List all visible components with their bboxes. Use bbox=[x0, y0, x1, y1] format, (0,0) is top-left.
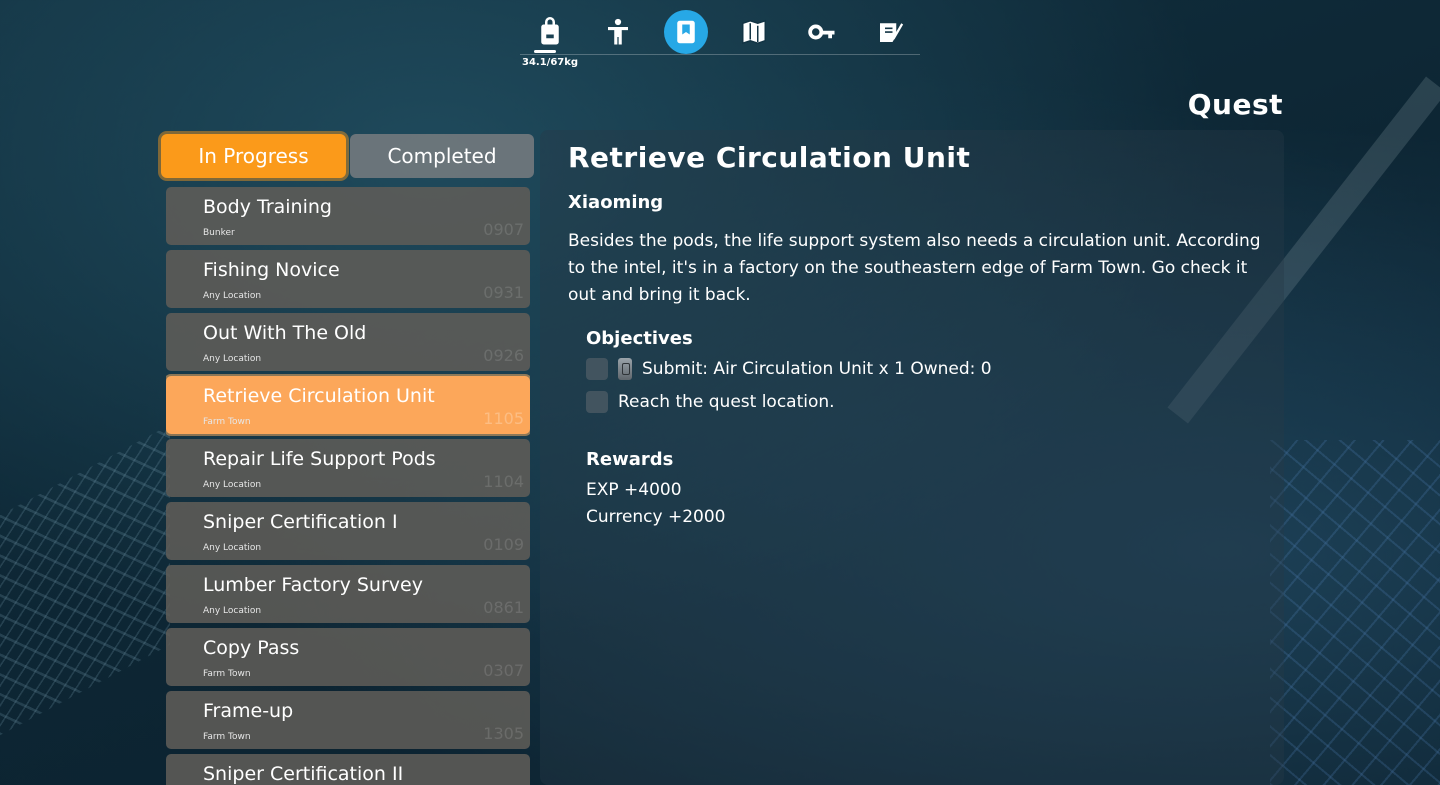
quest-item[interactable]: Fishing Novice Any Location 0931 bbox=[166, 250, 530, 308]
rewards-heading: Rewards bbox=[586, 449, 674, 470]
objective-checkbox bbox=[586, 358, 608, 380]
quest-name: Fishing Novice bbox=[203, 259, 340, 281]
quest-name: Retrieve Circulation Unit bbox=[203, 385, 435, 407]
quest-id: 0861 bbox=[483, 598, 524, 617]
quest-item[interactable]: Frame-up Farm Town 1305 bbox=[166, 691, 530, 749]
background-fence bbox=[0, 424, 170, 736]
tab-in-progress[interactable]: In Progress bbox=[161, 134, 346, 178]
inventory-tab[interactable] bbox=[528, 10, 572, 54]
reward-currency: Currency +2000 bbox=[586, 507, 726, 527]
objective-checkbox bbox=[586, 391, 608, 413]
objective-text: Reach the quest location. bbox=[618, 392, 835, 412]
quest-bookmark-icon bbox=[677, 20, 695, 44]
quest-name: Out With The Old bbox=[203, 322, 367, 344]
quest-item[interactable]: Body Training Bunker 0907 bbox=[166, 187, 530, 245]
quest-item[interactable]: Lumber Factory Survey Any Location 0861 bbox=[166, 565, 530, 623]
quest-id: 1305 bbox=[483, 724, 524, 743]
quest-item[interactable]: Repair Life Support Pods Any Location 11… bbox=[166, 439, 530, 497]
quest-id: 0109 bbox=[483, 535, 524, 554]
objective-row: Submit: Air Circulation Unit x 1 Owned: … bbox=[586, 358, 992, 380]
tab-completed[interactable]: Completed bbox=[350, 134, 534, 178]
quest-id: 1105 bbox=[483, 409, 524, 428]
objectives-heading: Objectives bbox=[586, 328, 693, 349]
quest-name: Repair Life Support Pods bbox=[203, 448, 436, 470]
circulation-unit-icon bbox=[618, 358, 632, 380]
quest-item[interactable]: Sniper Certification II bbox=[166, 754, 530, 785]
map-icon bbox=[742, 19, 766, 45]
top-nav bbox=[520, 6, 920, 66]
tab-completed-label: Completed bbox=[387, 144, 497, 168]
map-tab[interactable] bbox=[732, 10, 776, 54]
quest-item[interactable]: Out With The Old Any Location 0926 bbox=[166, 313, 530, 371]
quest-location: Any Location bbox=[203, 291, 262, 301]
quest-location: Any Location bbox=[203, 606, 262, 616]
nav-divider bbox=[520, 54, 920, 55]
notes-tab[interactable] bbox=[868, 10, 912, 54]
quest-location: Any Location bbox=[203, 354, 262, 364]
quest-name: Sniper Certification II bbox=[203, 763, 404, 785]
tab-in-progress-label: In Progress bbox=[198, 144, 309, 168]
quest-detail-title: Retrieve Circulation Unit bbox=[568, 141, 971, 174]
quest-location: Farm Town bbox=[203, 669, 251, 679]
quest-id: 0931 bbox=[483, 283, 524, 302]
character-tab[interactable] bbox=[596, 10, 640, 54]
key-icon bbox=[808, 24, 835, 40]
quest-item[interactable]: Sniper Certification I Any Location 0109 bbox=[166, 502, 530, 560]
background-floor-tiles bbox=[1270, 440, 1440, 785]
notes-icon bbox=[880, 23, 904, 42]
quest-description: Besides the pods, the life support syste… bbox=[568, 231, 1261, 305]
carry-weight: 34.1/67kg bbox=[522, 57, 579, 68]
quest-location: Any Location bbox=[203, 543, 262, 553]
quest-name: Sniper Certification I bbox=[203, 511, 398, 533]
quest-list[interactable]: Body Training Bunker 0907 Fishing Novice… bbox=[166, 187, 530, 785]
objective-text: Submit: Air Circulation Unit x 1 Owned: … bbox=[642, 359, 992, 379]
quest-id: 1104 bbox=[483, 472, 524, 491]
quest-item[interactable]: Copy Pass Farm Town 0307 bbox=[166, 628, 530, 686]
character-icon bbox=[608, 18, 628, 45]
quest-location: Farm Town bbox=[203, 417, 251, 427]
quest-name: Copy Pass bbox=[203, 637, 300, 659]
quest-id: 0926 bbox=[483, 346, 524, 365]
quest-name: Lumber Factory Survey bbox=[203, 574, 423, 596]
quest-item-selected[interactable]: Retrieve Circulation Unit Farm Town 1105 bbox=[166, 376, 530, 434]
objective-row: Reach the quest location. bbox=[586, 391, 835, 413]
quest-name: Frame-up bbox=[203, 700, 294, 722]
quest-location: Bunker bbox=[203, 228, 235, 238]
quest-name: Body Training bbox=[203, 196, 332, 218]
quest-location: Farm Town bbox=[203, 732, 251, 742]
quest-tab[interactable] bbox=[664, 10, 708, 54]
backpack-icon bbox=[541, 17, 559, 45]
quest-location: Any Location bbox=[203, 480, 262, 490]
keys-tab[interactable] bbox=[800, 10, 844, 54]
quest-giver: Xiaoming bbox=[568, 192, 664, 213]
reward-exp: EXP +4000 bbox=[586, 480, 682, 500]
page-title: Quest bbox=[1187, 88, 1283, 121]
quest-id: 0907 bbox=[483, 220, 524, 239]
weight-bar bbox=[534, 50, 556, 53]
quest-id: 0307 bbox=[483, 661, 524, 680]
